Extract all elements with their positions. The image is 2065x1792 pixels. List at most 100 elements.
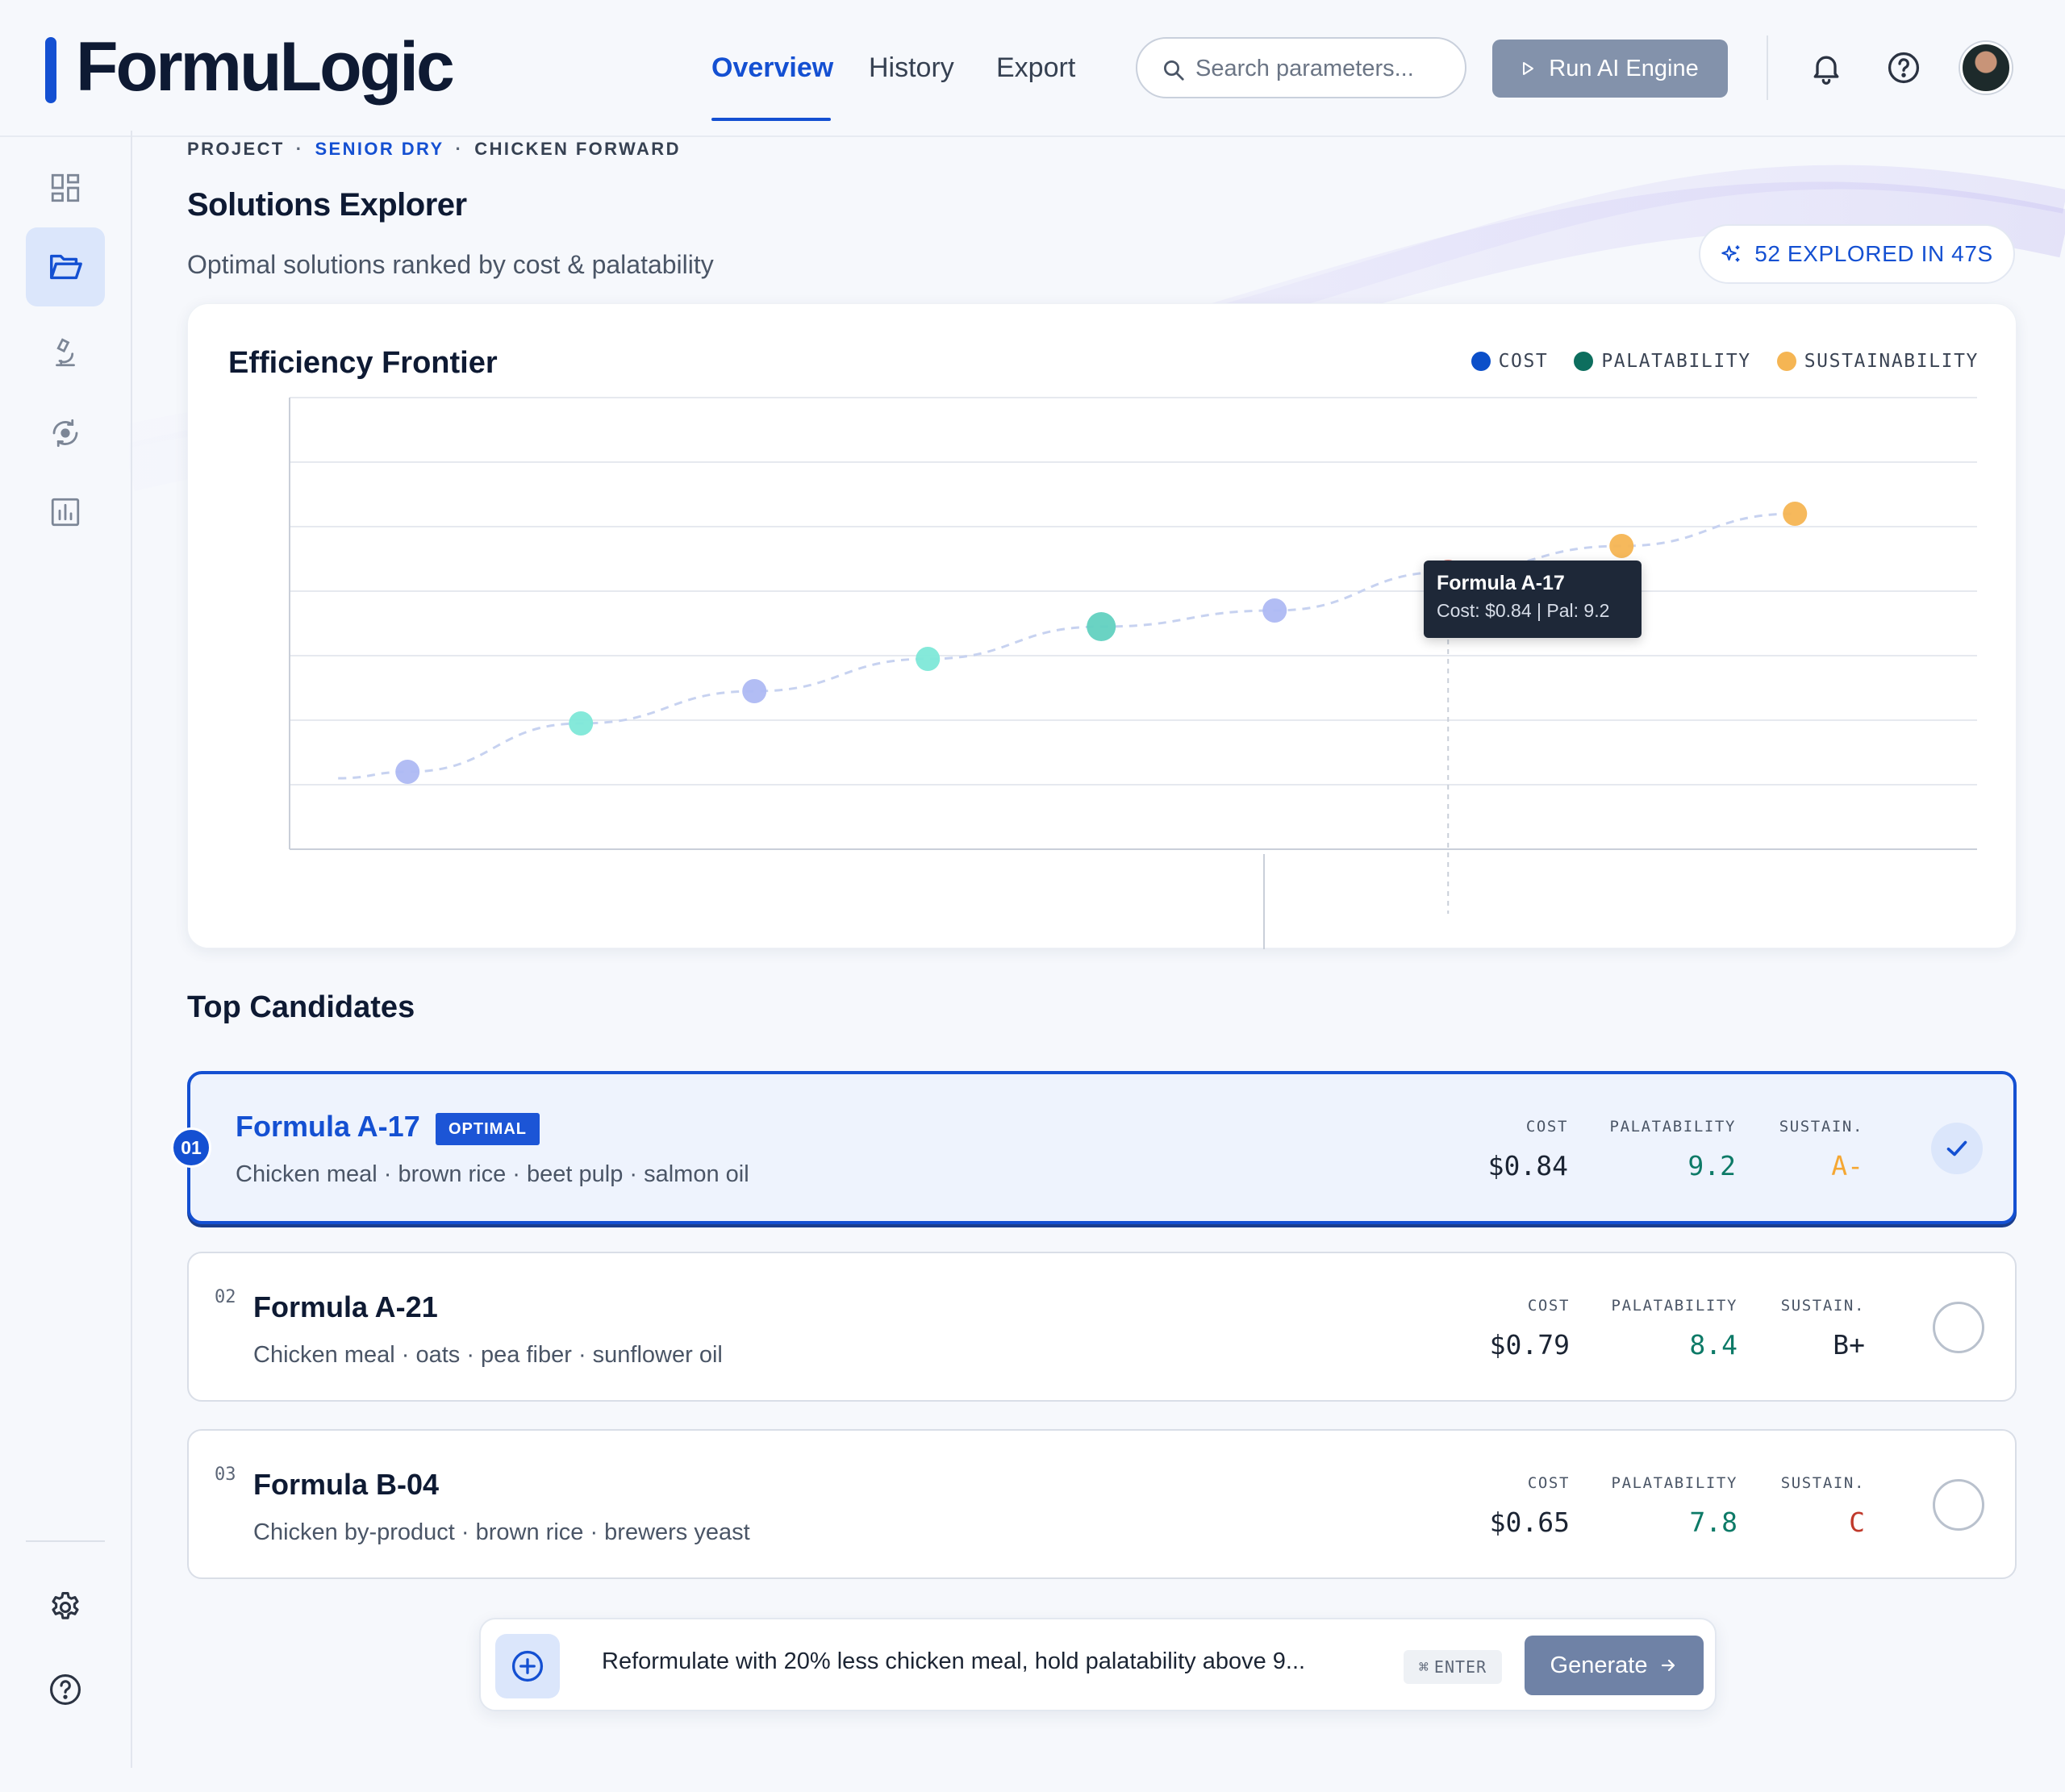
optimal-badge: OPTIMAL (436, 1113, 540, 1145)
sidebar-item-analytics[interactable] (26, 473, 105, 552)
metric-label: PALATABILITY (1609, 1118, 1736, 1136)
select-radio[interactable] (1933, 1302, 1984, 1353)
legend-label-sustainability: SUSTAINABILITY (1804, 351, 1979, 372)
metric-value: $0.84 (1487, 1150, 1568, 1181)
efficiency-frontier-chart (289, 397, 1977, 949)
sidebar-item-dashboard[interactable] (26, 148, 105, 227)
nav-export[interactable]: Export (996, 45, 1075, 90)
microscope-icon (56, 338, 75, 367)
metric-label: COST (1527, 1297, 1570, 1315)
candidate-card-a17[interactable]: 01 Formula A-17 OPTIMAL Chicken meal · b… (171, 1071, 2017, 1224)
metric-value: $0.79 (1489, 1329, 1570, 1361)
sidebar-item-ai[interactable] (26, 394, 105, 473)
nav-active-indicator (711, 118, 831, 121)
legend-swatch-cost (1471, 352, 1491, 371)
metric-sustainability: SUSTAIN. B+ (1781, 1297, 1865, 1361)
user-avatar[interactable] (1960, 42, 2012, 94)
logo-mark (45, 37, 56, 103)
legend-palatability[interactable]: PALATABILITY (1574, 351, 1750, 372)
plus-circle-icon (511, 1650, 544, 1682)
candidate-name: Formula A-17 (236, 1110, 420, 1143)
rank-badge: 01 (171, 1127, 211, 1168)
app-logo[interactable]: FormuLogic (76, 23, 455, 111)
search-icon (1164, 60, 1184, 81)
breadcrumb: PROJECT · SENIOR DRY · CHICKEN FORWARD (187, 139, 681, 160)
legend-cost[interactable]: COST (1471, 351, 1549, 372)
nav-overview[interactable]: Overview (711, 45, 833, 90)
candidate-name: Formula A-21 (253, 1290, 438, 1323)
legend-swatch-sustainability (1776, 352, 1796, 371)
breadcrumb-separator: · (455, 139, 464, 159)
prompt-input[interactable]: Reformulate with 20% less chicken meal, … (602, 1648, 1328, 1675)
page-title: Solutions Explorer (187, 187, 467, 223)
metric-value: 9.2 (1687, 1150, 1736, 1181)
gear-icon (52, 1592, 79, 1619)
sidebar-divider (26, 1540, 105, 1542)
folder-open-icon (50, 254, 82, 280)
data-point (1609, 534, 1634, 558)
chart-legend: COST PALATABILITY SUSTAINABILITY (1471, 351, 1979, 372)
metric-label: COST (1525, 1118, 1568, 1136)
metric-label: SUSTAIN. (1780, 1474, 1865, 1492)
metric-palatability: PALATABILITY 8.4 (1612, 1297, 1738, 1361)
metric-palatability: PALATABILITY 9.2 (1610, 1118, 1736, 1181)
nav-history[interactable]: History (869, 45, 954, 90)
command-icon: ⌘ (1418, 1657, 1429, 1677)
help-icon[interactable] (1886, 50, 1921, 85)
rank-number: 02 (215, 1287, 236, 1307)
tooltip-detail: Cost: $0.84 | Pal: 9.2 (1437, 600, 1610, 621)
metric-label: COST (1527, 1474, 1570, 1492)
sidebar-item-projects[interactable] (26, 227, 105, 306)
bell-icon[interactable] (1808, 50, 1844, 85)
sidebar-item-settings[interactable] (26, 1568, 105, 1647)
sidebar-item-lab[interactable] (26, 313, 105, 392)
bar-chart-icon (51, 498, 80, 527)
sidebar-border (131, 131, 132, 1768)
metric-palatability: PALATABILITY 7.8 (1612, 1474, 1738, 1538)
search-input[interactable] (1195, 48, 1454, 89)
metric-label: PALATABILITY (1611, 1474, 1738, 1492)
select-radio-checked[interactable] (1931, 1123, 1983, 1174)
data-point (395, 760, 420, 784)
candidate-card-b04[interactable]: 03 Formula B-04 Chicken by-product · bro… (187, 1429, 2017, 1579)
search-box (1136, 37, 1466, 98)
sidebar-item-help[interactable] (26, 1650, 105, 1729)
breadcrumb-separator: · (295, 139, 304, 159)
breadcrumb-project[interactable]: PROJECT (187, 139, 285, 159)
metric-value: C (1849, 1507, 1865, 1538)
run-ai-engine-button[interactable]: Run AI Engine (1492, 40, 1728, 98)
select-radio[interactable] (1933, 1479, 1984, 1531)
play-icon (1523, 62, 1534, 75)
candidate-name: Formula B-04 (253, 1468, 440, 1501)
data-point (1087, 612, 1116, 641)
metric-value: 7.8 (1689, 1507, 1738, 1538)
metric-label: SUSTAIN. (1780, 1297, 1865, 1315)
check-icon (1946, 1140, 1967, 1156)
chart-title: Efficiency Frontier (228, 346, 498, 380)
header-divider (1767, 35, 1768, 100)
legend-sustainability[interactable]: SUSTAINABILITY (1776, 351, 1979, 372)
legend-label-cost: COST (1498, 351, 1549, 372)
data-point (569, 711, 594, 736)
add-context-button[interactable] (495, 1634, 560, 1698)
explored-badge: 52 EXPLORED IN 47S (1699, 224, 2015, 284)
generate-button[interactable]: Generate (1525, 1636, 1704, 1695)
top-candidates-title: Top Candidates (187, 990, 415, 1024)
data-point (1262, 598, 1287, 623)
metric-sustainability: SUSTAIN. A- (1779, 1118, 1863, 1181)
data-point (916, 647, 941, 671)
top-header: FormuLogic Overview History Export Run A… (0, 0, 2065, 137)
candidate-card-a21[interactable]: 02 Formula A-21 Chicken meal · oats · pe… (187, 1252, 2017, 1402)
tooltip-title: Formula A-17 (1437, 572, 1565, 594)
dashboard-icon (51, 173, 80, 202)
metric-value: A- (1831, 1150, 1863, 1181)
metric-label: SUSTAIN. (1779, 1118, 1863, 1136)
metric-value: 8.4 (1689, 1329, 1738, 1361)
ai-cycle-icon (52, 419, 78, 448)
frontier-line (338, 512, 1796, 780)
candidate-ingredients: Chicken meal · oats · pea fiber · sunflo… (253, 1342, 723, 1368)
data-point (742, 679, 767, 703)
chart-tooltip: Formula A-17 Cost: $0.84 | Pal: 9.2 (1424, 561, 1642, 638)
data-point (1783, 502, 1808, 526)
breadcrumb-line[interactable]: SENIOR DRY (315, 139, 444, 159)
